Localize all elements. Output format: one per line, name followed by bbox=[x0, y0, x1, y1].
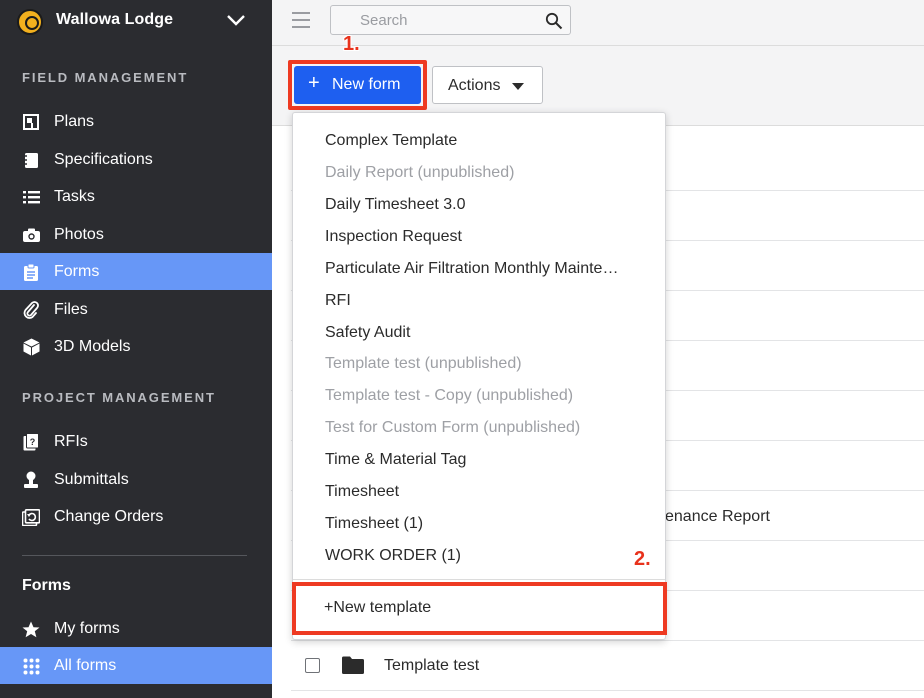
project-name: Wallowa Lodge bbox=[56, 11, 174, 28]
template-item[interactable]: Particulate Air Filtration Monthly Maint… bbox=[325, 260, 618, 278]
template-item[interactable]: WORK ORDER (1) bbox=[325, 547, 461, 565]
sidebar-item-label: Files bbox=[54, 301, 88, 318]
tasks-list-icon bbox=[22, 188, 40, 206]
field-management-heading: FIELD MANAGEMENT bbox=[22, 70, 189, 85]
sidebar-item-tasks[interactable]: Tasks bbox=[0, 178, 272, 215]
sidebar-item-my-forms[interactable]: My forms bbox=[0, 610, 272, 647]
sidebar-item-label: Tasks bbox=[54, 188, 95, 205]
new-form-dropdown: Complex Template Daily Report (unpublish… bbox=[292, 112, 666, 640]
clipboard-icon bbox=[22, 263, 40, 281]
cube-icon bbox=[22, 338, 40, 356]
grid-icon bbox=[22, 657, 40, 675]
sidebar-item-label: Plans bbox=[54, 113, 95, 130]
plans-icon bbox=[22, 113, 40, 131]
sidebar-item-rfis[interactable]: ? RFIs bbox=[0, 423, 272, 460]
sidebar-item-label: Change Orders bbox=[54, 508, 164, 525]
sidebar-item-label: Specifications bbox=[54, 151, 153, 168]
sidebar-item-all-forms[interactable]: All forms bbox=[0, 647, 272, 684]
template-item[interactable]: Time & Material Tag bbox=[325, 451, 466, 469]
change-orders-icon bbox=[22, 508, 40, 526]
sidebar-item-submittals[interactable]: Submittals bbox=[0, 461, 272, 498]
top-bar: Search bbox=[272, 0, 924, 46]
star-icon bbox=[22, 620, 40, 638]
row-title: enance Report bbox=[665, 508, 770, 525]
sidebar-item-label: RFIs bbox=[54, 433, 88, 450]
project-management-heading: PROJECT MANAGEMENT bbox=[22, 390, 216, 405]
table-row[interactable]: Template test bbox=[291, 641, 924, 691]
sidebar-item-change-orders[interactable]: Change Orders bbox=[0, 498, 272, 535]
forms-heading: Forms bbox=[22, 577, 71, 594]
dropdown-divider bbox=[293, 579, 665, 580]
template-item[interactable]: RFI bbox=[325, 292, 351, 310]
sidebar-item-files[interactable]: Files bbox=[0, 291, 272, 328]
specifications-icon bbox=[22, 151, 40, 169]
sidebar-item-label: 3D Models bbox=[54, 338, 131, 355]
sidebar-item-photos[interactable]: Photos bbox=[0, 216, 272, 253]
sidebar-item-label: All forms bbox=[54, 657, 117, 674]
sidebar-item-forms[interactable]: Forms bbox=[0, 253, 272, 290]
sidebar-item-3d-models[interactable]: 3D Models bbox=[0, 328, 272, 365]
caret-down-icon bbox=[512, 83, 524, 90]
template-item[interactable]: Safety Audit bbox=[325, 324, 410, 342]
sidebar-divider bbox=[22, 555, 247, 556]
search-icon[interactable] bbox=[545, 12, 563, 30]
sidebar: Wallowa Lodge FIELD MANAGEMENT Plans Spe… bbox=[0, 0, 272, 698]
actions-button[interactable]: Actions bbox=[432, 66, 543, 104]
sidebar-item-label: Submittals bbox=[54, 471, 129, 488]
sidebar-item-label: Photos bbox=[54, 226, 104, 243]
template-item-unpublished[interactable]: Daily Report (unpublished) bbox=[325, 164, 514, 182]
actions-label: Actions bbox=[448, 77, 501, 94]
camera-icon bbox=[22, 226, 40, 244]
template-item[interactable]: Inspection Request bbox=[325, 228, 462, 246]
submittal-icon bbox=[22, 471, 40, 489]
row-checkbox[interactable] bbox=[305, 658, 320, 673]
search-placeholder: Search bbox=[360, 12, 408, 29]
step2-highlight-box bbox=[292, 582, 667, 635]
sidebar-item-plans[interactable]: Plans bbox=[0, 103, 272, 140]
sidebar-item-specifications[interactable]: Specifications bbox=[0, 141, 272, 178]
step1-highlight-box bbox=[288, 60, 427, 110]
template-item-unpublished[interactable]: Template test (unpublished) bbox=[325, 355, 522, 373]
template-item-unpublished[interactable]: Test for Custom Form (unpublished) bbox=[325, 419, 580, 437]
template-item[interactable]: Timesheet bbox=[325, 483, 399, 501]
template-item[interactable]: Timesheet (1) bbox=[325, 515, 423, 533]
sidebar-item-label: My forms bbox=[54, 620, 120, 637]
folder-icon bbox=[342, 656, 364, 674]
rfi-icon: ? bbox=[22, 433, 40, 451]
hardhat-icon bbox=[17, 9, 43, 35]
template-item-unpublished[interactable]: Template test - Copy (unpublished) bbox=[325, 387, 573, 405]
step1-annotation: 1. bbox=[343, 33, 360, 55]
paperclip-icon bbox=[22, 301, 40, 319]
project-switcher[interactable]: Wallowa Lodge bbox=[0, 0, 272, 42]
hamburger-menu-icon[interactable] bbox=[292, 12, 310, 28]
svg-text:?: ? bbox=[30, 437, 36, 447]
row-title: Template test bbox=[384, 657, 480, 674]
template-item[interactable]: Complex Template bbox=[325, 132, 457, 150]
template-item[interactable]: Daily Timesheet 3.0 bbox=[325, 196, 466, 214]
step2-annotation: 2. bbox=[634, 548, 651, 570]
search-input[interactable]: Search bbox=[330, 5, 571, 35]
chevron-down-icon[interactable] bbox=[226, 13, 246, 27]
sidebar-item-label: Forms bbox=[54, 263, 100, 280]
